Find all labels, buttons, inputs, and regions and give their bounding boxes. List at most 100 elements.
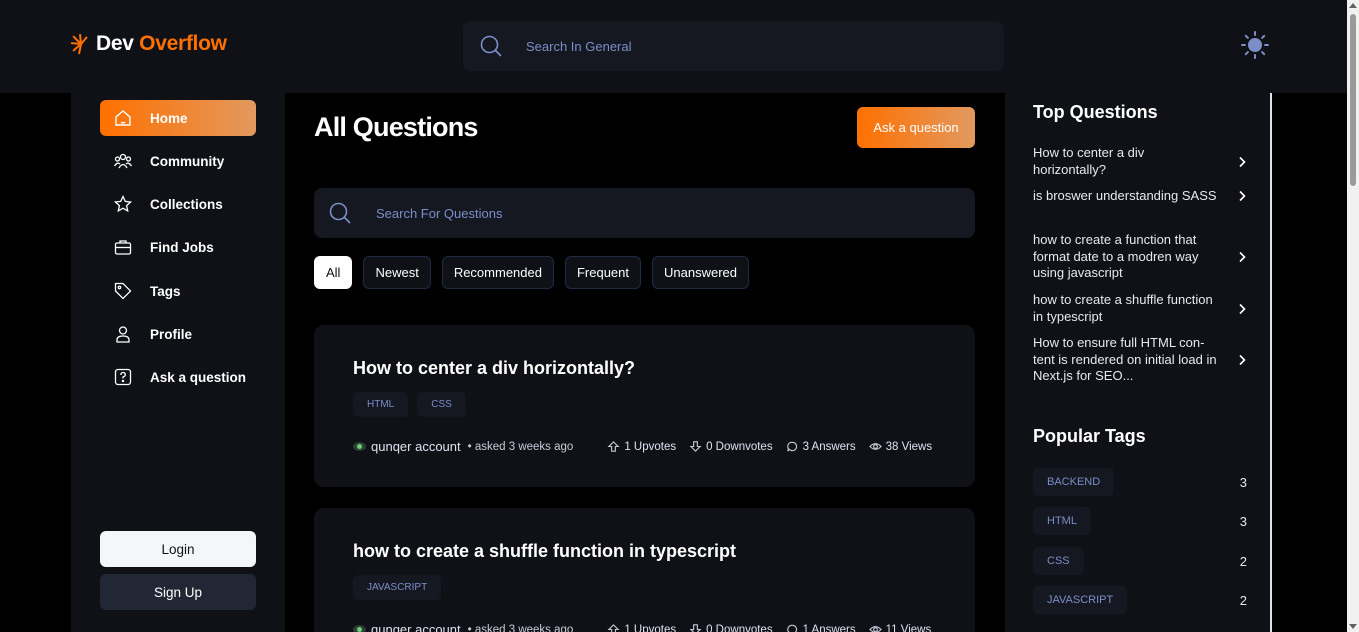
avatar: [353, 442, 366, 451]
arrow-down-icon: [689, 441, 702, 452]
star-icon: [113, 194, 133, 213]
upvotes-stat: 1 Upvotes: [607, 440, 676, 453]
scrollbar-thumb[interactable]: [1350, 14, 1356, 186]
downvotes-stat: 0 Downvotes: [689, 623, 773, 632]
filter-all[interactable]: All: [314, 256, 353, 289]
views-stat: 38 Views: [868, 440, 932, 453]
question-meta: qunqer account • asked 3 weeks ago 1 Upv…: [353, 622, 953, 632]
signup-button[interactable]: Sign Up: [100, 574, 256, 610]
top-question-item[interactable]: is broswer understanding SASS: [1033, 188, 1253, 205]
sidebar-item-profile[interactable]: Profile: [100, 316, 256, 352]
search-icon: [480, 35, 502, 57]
tag-badge[interactable]: CSS: [417, 392, 466, 417]
tag-count: 3: [1239, 474, 1247, 490]
filter-unanswered[interactable]: Unanswered: [652, 256, 750, 289]
filter-tabs: All Newest Recommended Frequent Unanswer…: [314, 256, 750, 289]
sidebar-item-collections[interactable]: Collections: [100, 186, 256, 222]
top-question-item[interactable]: How to ensure full HTML con­tent is rend…: [1033, 335, 1253, 385]
chevron-right-icon: [1239, 156, 1246, 167]
question-tags: JAVASCRIPT: [353, 575, 442, 600]
asked-time: • asked 3 weeks ago: [467, 623, 574, 632]
tag-badge[interactable]: JAVASCRIPT: [353, 575, 442, 600]
question-card: how to create a shuffle function in type…: [314, 508, 975, 632]
views-stat: 11 Views: [868, 623, 931, 632]
question-title[interactable]: How to center a div horizontally?: [353, 358, 635, 379]
question-tags: HTML CSS: [353, 392, 466, 417]
logo-icon: [70, 33, 88, 55]
sidebar-item-home[interactable]: Home: [100, 100, 256, 136]
top-question-item[interactable]: how to create a shuffle func­tion in typ…: [1033, 292, 1253, 325]
sidebar-item-label: Community: [150, 153, 225, 169]
user-icon: [116, 326, 130, 343]
top-question-text: is broswer understanding SASS: [1033, 188, 1217, 203]
sidebar-item-label: Profile: [150, 326, 193, 342]
popular-tag-row: HTML 3: [1033, 507, 1247, 535]
arrow-up-icon: [607, 624, 620, 632]
popular-tag[interactable]: BACKEND: [1033, 468, 1115, 496]
popular-tag-row: BACKEND 3: [1033, 468, 1247, 496]
sidebar-item-label: Tags: [150, 283, 181, 299]
briefcase-icon: [114, 240, 132, 255]
question-search: [314, 188, 975, 238]
message-icon: [786, 441, 797, 452]
arrow-down-icon: [689, 624, 702, 632]
home-icon: [115, 110, 131, 126]
top-question-text: how to create a function that format dat…: [1033, 232, 1199, 280]
top-questions-title: Top Questions: [1033, 102, 1158, 122]
tag-count: 2: [1239, 592, 1247, 608]
scroll-down-icon[interactable]: [1349, 624, 1357, 629]
top-question-item[interactable]: how to create a function that format dat…: [1033, 232, 1253, 282]
answers-stat: 3 Answers: [786, 440, 856, 453]
sidebar-item-find-jobs[interactable]: Find Jobs: [100, 229, 256, 265]
popular-tags-title: Popular Tags: [1033, 426, 1146, 446]
tag-badge[interactable]: HTML: [353, 392, 409, 417]
page-title: All Questions: [314, 112, 478, 142]
top-question-text: how to create a shuffle func­tion in typ…: [1033, 292, 1213, 324]
popular-tag[interactable]: HTML: [1033, 507, 1091, 535]
question-meta: qunqer account • asked 3 weeks ago 1 Upv…: [353, 439, 953, 454]
sidebar-item-ask-question[interactable]: Ask a question: [100, 359, 256, 395]
sidebar-item-community[interactable]: Community: [100, 143, 256, 179]
asked-time: • asked 3 weeks ago: [467, 440, 574, 453]
sidebar-item-label: Collections: [150, 196, 223, 212]
page-scrollbar[interactable]: [1347, 0, 1359, 632]
question-search-input[interactable]: [376, 205, 876, 221]
main-content: All Questions Ask a question All Newest …: [285, 93, 1005, 632]
author-info[interactable]: qunqer account • asked 3 weeks ago: [353, 439, 573, 454]
upvotes-stat: 1 Upvotes: [607, 623, 676, 632]
ask-question-button[interactable]: Ask a question: [857, 107, 975, 148]
popular-tag[interactable]: CSS: [1033, 547, 1084, 575]
author-info[interactable]: qunqer account • asked 3 weeks ago: [353, 622, 573, 632]
scroll-up-icon[interactable]: [1349, 3, 1357, 8]
author-name: qunqer account: [371, 622, 461, 632]
filter-recommended[interactable]: Recommended: [441, 256, 554, 289]
global-search-input[interactable]: [526, 38, 926, 54]
downvotes-stat: 0 Downvotes: [689, 440, 773, 453]
top-navbar: Dev Overflow: [0, 0, 1347, 93]
author-name: qunqer account: [371, 439, 461, 454]
popular-tag-row: JAVASCRIPT 2: [1033, 586, 1247, 614]
eye-icon: [868, 443, 882, 450]
question-card: How to center a div horizontally? HTML C…: [314, 325, 975, 487]
top-question-item[interactable]: How to center a div horizontally?: [1033, 145, 1253, 178]
sidebar-item-label: Home: [150, 110, 188, 126]
arrow-up-icon: [607, 441, 620, 452]
chevron-right-icon: [1239, 303, 1246, 314]
sun-icon[interactable]: [1240, 30, 1270, 60]
login-button[interactable]: Login: [100, 531, 256, 567]
tag-count: 3: [1239, 513, 1247, 529]
popular-tag[interactable]: JAVASCRIPT: [1033, 586, 1128, 614]
filter-frequent[interactable]: Frequent: [564, 256, 642, 289]
sidebar-item-label: Find Jobs: [150, 239, 214, 255]
sidebar-item-tags[interactable]: Tags: [100, 273, 256, 309]
chevron-right-icon: [1239, 251, 1246, 262]
sidebar-item-label: Ask a question: [150, 369, 247, 385]
question-title[interactable]: how to create a shuffle function in type…: [353, 541, 736, 562]
top-question-text: How to center a div horizontally?: [1033, 145, 1145, 177]
filter-newest[interactable]: Newest: [363, 256, 431, 289]
logo[interactable]: Dev Overflow: [70, 32, 227, 56]
question-stats: 1 Upvotes 0 Downvotes 1 Answers 11 Views: [607, 623, 931, 632]
top-question-text: How to ensure full HTML con­tent is rend…: [1033, 335, 1217, 383]
chevron-right-icon: [1239, 191, 1246, 202]
message-icon: [786, 624, 797, 632]
